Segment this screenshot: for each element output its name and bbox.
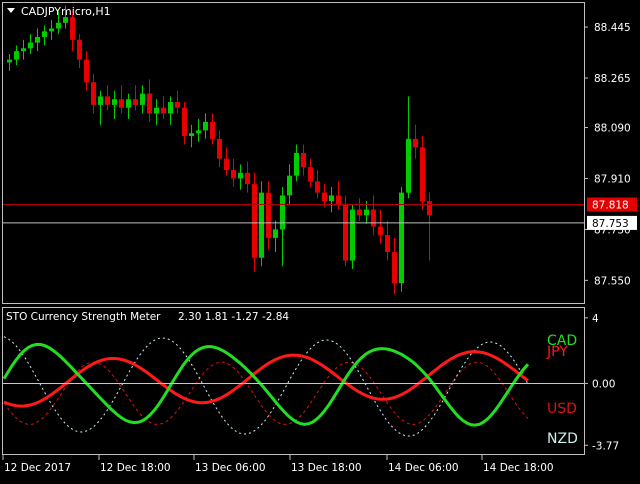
price-label-0: 88.445	[594, 22, 631, 34]
price-label-2: 88.090	[594, 123, 631, 135]
candle-body	[287, 175, 292, 196]
candle-body	[231, 169, 236, 179]
price-label-5: 87.550	[594, 275, 631, 287]
candle-body	[406, 138, 411, 193]
candle-body	[112, 99, 117, 105]
candle-body	[77, 39, 82, 60]
candle-36	[259, 181, 264, 267]
candle-body	[35, 36, 40, 43]
time-label-2: 13 Dec 06:00	[195, 462, 266, 474]
candle-body	[378, 226, 383, 236]
candle-body	[273, 229, 278, 238]
candle-body	[322, 192, 327, 202]
price-label-1: 88.265	[594, 73, 631, 85]
candle-body	[245, 172, 250, 185]
time-label-5: 14 Dec 18:00	[483, 462, 554, 474]
candle-body	[56, 22, 61, 29]
candle-body	[147, 93, 152, 114]
candle-body	[301, 153, 306, 168]
candle-body	[140, 93, 145, 105]
candle-body	[252, 184, 257, 258]
indicator-title: STO Currency Strength Meter	[6, 311, 161, 323]
candle-body	[315, 181, 320, 193]
candle-body	[371, 209, 376, 227]
candle-body	[126, 99, 131, 108]
candle-body	[7, 59, 12, 63]
candle-body	[385, 235, 390, 253]
candle-body	[259, 192, 264, 258]
indicator-scale-label-0: 4	[592, 313, 599, 325]
candle-body	[14, 51, 19, 60]
candle-body	[280, 195, 285, 230]
candle-body	[105, 96, 110, 105]
candle-body	[70, 17, 75, 40]
candle-body	[175, 102, 180, 108]
time-label-1: 12 Dec 18:00	[100, 462, 171, 474]
indicator-values: 2.30 1.81 -1.27 -2.84	[178, 311, 289, 323]
candle-48	[343, 195, 348, 267]
candle-body	[266, 192, 271, 238]
candle-body	[154, 107, 159, 114]
candle-body	[217, 138, 222, 159]
candle-body	[294, 153, 299, 176]
candle-body	[350, 209, 355, 261]
candle-body	[161, 107, 166, 114]
bid-price-label: 87.818	[592, 200, 629, 212]
candle-35	[252, 172, 257, 272]
chart-svg[interactable]: CADJPYmicro,H1 STO Currency Strength Met…	[0, 0, 640, 480]
candle-body	[336, 195, 341, 204]
candle-body	[329, 195, 334, 202]
candle-body	[182, 107, 187, 137]
chart-background	[0, 0, 640, 480]
candle-body	[63, 17, 68, 23]
indicator-scale-label-1: 0.00	[592, 378, 615, 390]
candle-body	[364, 209, 369, 216]
candle-body	[168, 102, 173, 114]
chart-window[interactable]: CADJPYmicro,H1 STO Currency Strength Met…	[0, 0, 640, 480]
candle-body	[308, 167, 313, 182]
candle-body	[28, 42, 33, 49]
candle-body	[196, 130, 201, 134]
legend-usd: USD	[547, 401, 577, 417]
candle-body	[357, 209, 362, 216]
time-label-4: 14 Dec 06:00	[388, 462, 459, 474]
legend-nzd: NZD	[547, 431, 578, 447]
candle-body	[427, 201, 432, 216]
candle-body	[224, 158, 229, 170]
candle-56	[399, 186, 404, 292]
candle-body	[203, 121, 208, 131]
candle-body	[119, 99, 124, 108]
candle-body	[189, 133, 194, 137]
ask-price-label: 87.753	[592, 218, 629, 230]
legend-jpy: JPY	[546, 344, 568, 360]
candle-body	[413, 138, 418, 148]
candle-body	[343, 203, 348, 261]
candle-body	[49, 28, 54, 32]
candle-body	[210, 121, 215, 139]
candle-body	[420, 147, 425, 202]
candle-body	[91, 82, 96, 105]
candle-body	[42, 31, 47, 37]
candle-body	[21, 48, 26, 52]
time-label-0: 12 Dec 2017	[4, 462, 71, 474]
candle-49	[350, 203, 355, 270]
candle-body	[392, 252, 397, 284]
time-label-3: 13 Dec 18:00	[291, 462, 362, 474]
candle-body	[84, 59, 89, 83]
candle-body	[238, 172, 243, 179]
candle-body	[98, 96, 103, 105]
indicator-scale-label-2: -3.77	[592, 440, 619, 452]
candle-body	[399, 192, 404, 284]
price-label-3: 87.910	[594, 173, 631, 185]
candle-body	[133, 99, 138, 105]
